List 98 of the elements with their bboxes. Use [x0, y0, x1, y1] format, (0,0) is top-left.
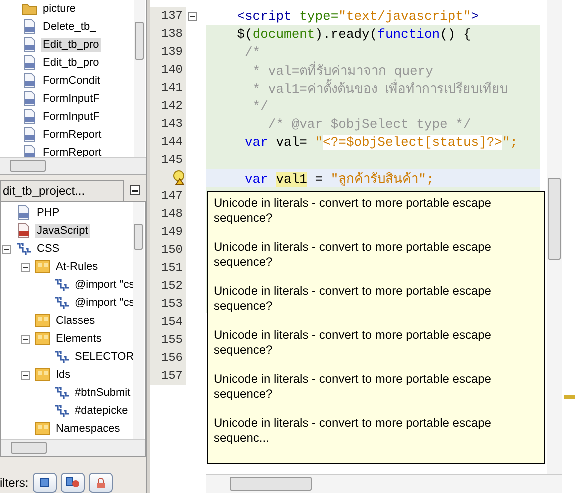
- vertical-scrollbar[interactable]: [547, 0, 562, 475]
- hint-message[interactable]: Unicode in literals - convert to more portable escape sequence?: [214, 240, 509, 270]
- php-file-icon: [22, 127, 38, 143]
- css-rule-icon: [54, 277, 70, 293]
- folder-icon: [35, 259, 51, 275]
- error-stripe-marker[interactable]: [564, 395, 575, 399]
- file-tree-item[interactable]: FormInputF: [41, 92, 102, 106]
- php-file-icon: [22, 37, 38, 53]
- minimize-icon: [130, 185, 140, 195]
- lightbulb-warning-icon[interactable]: [172, 170, 186, 186]
- filter-toggle[interactable]: [88, 473, 113, 493]
- code-line: var val1 = "ลูกค้ารับสินค้า";: [244, 170, 434, 188]
- folder-icon: [35, 331, 51, 347]
- line-number: 153: [161, 297, 183, 311]
- code-line: * val=ตที่รับค่ามาจาก query: [252, 60, 434, 79]
- navigator-item[interactable]: PHP: [35, 206, 62, 220]
- horizontal-scrollbar[interactable]: [1, 439, 145, 456]
- line-number: 157: [161, 369, 183, 383]
- filter-toggle[interactable]: [60, 473, 85, 493]
- php-file-icon: [22, 91, 38, 107]
- filter-toggle[interactable]: [32, 473, 57, 493]
- navigator-item[interactable]: Ids: [54, 368, 73, 382]
- fold-toggle-icon[interactable]: [188, 12, 197, 20]
- code-line: <script type="text/javascript">: [236, 8, 480, 24]
- hint-message[interactable]: Unicode in literals - convert to more portable escape sequence?: [214, 196, 509, 226]
- line-number: 151: [161, 261, 183, 275]
- navigator-item[interactable]: Namespaces: [54, 422, 122, 436]
- navigator-item[interactable]: Classes: [54, 314, 98, 328]
- line-number: 156: [161, 351, 183, 365]
- code-line: /* @var $objSelect type */: [267, 116, 472, 132]
- navigator-item[interactable]: CSS: [35, 242, 62, 256]
- css-rule-icon: [16, 241, 32, 257]
- code-line: /*: [244, 44, 261, 60]
- lock-icon: [94, 477, 107, 489]
- line-number: 155: [161, 333, 183, 347]
- hint-message[interactable]: Unicode in literals - convert to more portable escape sequenc...: [214, 416, 509, 446]
- line-number: 139: [161, 45, 183, 59]
- file-tree-item[interactable]: FormCondit: [41, 74, 102, 88]
- file-tree-item[interactable]: Edit_tb_pro: [41, 56, 102, 70]
- file-tree-item[interactable]: FormReport: [41, 146, 104, 160]
- line-number: 152: [161, 279, 183, 293]
- navigator-item[interactable]: JavaScript: [35, 224, 90, 238]
- navigator-item[interactable]: #datepicke: [73, 404, 130, 418]
- php-file-icon: [16, 205, 32, 221]
- line-number: 150: [161, 243, 183, 257]
- collapse-toggle-icon[interactable]: [2, 244, 11, 254]
- line-number: 141: [161, 81, 183, 95]
- line-number: 154: [161, 315, 183, 329]
- code-line: */: [252, 98, 268, 114]
- code-line: $(document).ready(function() {: [236, 26, 472, 42]
- line-number: 149: [161, 225, 183, 239]
- file-tree-item[interactable]: FormInputF: [41, 110, 102, 124]
- line-number: 145: [161, 153, 183, 167]
- css-rule-icon: [54, 403, 70, 419]
- line-number: 143: [161, 117, 183, 131]
- collapse-toggle-icon[interactable]: [21, 262, 30, 272]
- horizontal-scrollbar[interactable]: [206, 474, 562, 493]
- vertical-scrollbar[interactable]: [133, 202, 144, 440]
- collapse-toggle-icon[interactable]: [21, 370, 30, 380]
- php-file-icon: [22, 109, 38, 125]
- vertical-scrollbar[interactable]: [134, 0, 145, 158]
- navigator-item[interactable]: At-Rules: [54, 260, 100, 274]
- line-number: 138: [161, 27, 183, 41]
- code-line: var val= "<?=$objSelect[status]?>";: [244, 134, 518, 150]
- php-file-icon: [22, 19, 38, 35]
- line-number: 137: [161, 9, 183, 23]
- line-number: 140: [161, 63, 183, 77]
- hint-message[interactable]: Unicode in literals - convert to more portable escape sequence?: [214, 328, 509, 358]
- navigator-item[interactable]: #btnSubmit: [73, 386, 133, 400]
- square-icon: [38, 477, 51, 489]
- folder-icon: [35, 313, 51, 329]
- folder-icon: [35, 421, 51, 437]
- shapes-icon: [66, 477, 80, 489]
- file-tree-item[interactable]: Edit_tb_pro: [41, 38, 102, 52]
- hint-message[interactable]: Unicode in literals - convert to more portable escape sequence?: [214, 372, 509, 402]
- navigator-tab[interactable]: dit_tb_project...: [0, 180, 124, 200]
- navigator-item[interactable]: Elements: [54, 332, 104, 346]
- code-line: * val1=ค่าตั้งต้นของ เพื่อทำการเปรียบเทียบ: [206, 78, 508, 98]
- css-rule-icon: [54, 295, 70, 311]
- hint-message[interactable]: Unicode in literals - convert to more portable escape sequence?: [214, 284, 509, 314]
- js-file-icon: [16, 223, 32, 239]
- file-tree-item[interactable]: picture: [41, 2, 78, 16]
- php-file-icon: [22, 73, 38, 89]
- css-rule-icon: [54, 385, 70, 401]
- file-tree-item[interactable]: FormReport: [41, 128, 104, 142]
- collapse-toggle-icon[interactable]: [21, 334, 30, 344]
- horizontal-scrollbar[interactable]: [0, 157, 146, 174]
- php-file-icon: [22, 55, 38, 71]
- folder-icon: [35, 367, 51, 383]
- file-tree-item[interactable]: Delete_tb_: [41, 20, 98, 34]
- filters-label: ilters:: [0, 476, 29, 490]
- navigator-item[interactable]: SELECTOR: [73, 350, 136, 364]
- line-number: 148: [161, 207, 183, 221]
- line-number: 142: [161, 99, 183, 113]
- minimize-button[interactable]: [124, 180, 146, 200]
- css-rule-icon: [54, 349, 70, 365]
- line-number: 144: [161, 135, 183, 149]
- line-number: 147: [161, 189, 183, 203]
